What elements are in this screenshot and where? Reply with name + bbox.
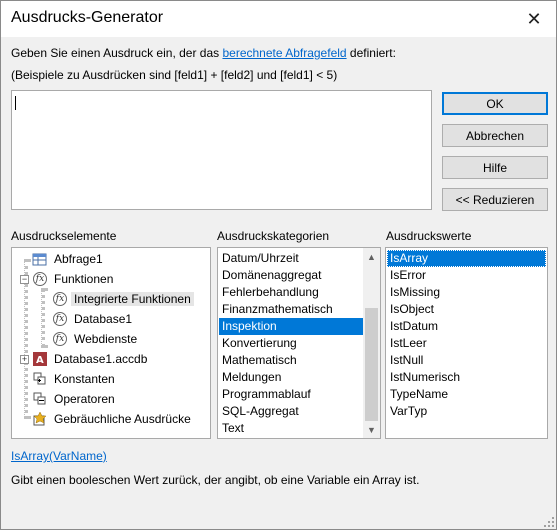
- expression-values-list[interactable]: IsArray IsError IsMissing IsObject IstDatum I…: [385, 247, 548, 439]
- tree-item-database1[interactable]: fx Database1: [52, 309, 135, 329]
- close-icon: ✕: [526, 8, 542, 29]
- function-icon: fx: [32, 271, 48, 287]
- calculated-field-link[interactable]: berechnete Abfragefeld: [222, 46, 346, 60]
- value-item[interactable]: TypeName: [387, 386, 546, 403]
- example-text: (Beispiele zu Ausdrücken sind [feld1] + …: [11, 68, 338, 82]
- value-item[interactable]: IstNull: [387, 352, 546, 369]
- values-items: IsArray IsError IsMissing IsObject IstDatum I…: [387, 250, 546, 420]
- tree-item-funktionen[interactable]: fx Funktionen: [32, 269, 116, 289]
- function-icon: fx: [52, 291, 68, 307]
- tree-item-label: Gebräuchliche Ausdrücke: [54, 412, 191, 426]
- category-item[interactable]: Text: [219, 420, 364, 437]
- title-bar[interactable]: Ausdrucks-Generator ✕: [1, 1, 556, 37]
- value-item[interactable]: IstLeer: [387, 335, 546, 352]
- window-title: Ausdrucks-Generator: [11, 9, 164, 26]
- scroll-up-arrow-icon[interactable]: ▲: [363, 248, 380, 265]
- tree-item-label: Integrierte Funktionen: [71, 292, 194, 306]
- instruction-suffix: definiert:: [346, 46, 396, 60]
- tree-item-label: Abfrage1: [54, 252, 103, 266]
- category-item[interactable]: Fehlerbehandlung: [219, 284, 364, 301]
- tree-item-konstanten[interactable]: Konstanten: [32, 369, 118, 389]
- tree-item-label: Database1.accdb: [54, 352, 148, 366]
- ok-button[interactable]: OK: [442, 92, 548, 115]
- category-item[interactable]: Konvertierung: [219, 335, 364, 352]
- category-item[interactable]: Meldungen: [219, 369, 364, 386]
- tree-item-gebraeuchliche-ausdruecke[interactable]: Gebräuchliche Ausdrücke: [32, 409, 194, 429]
- instruction-prefix: Geben Sie einen Ausdruck ein, der das: [11, 46, 223, 60]
- reduce-button[interactable]: << Reduzieren: [442, 188, 548, 211]
- category-item[interactable]: Datum/Uhrzeit: [219, 250, 364, 267]
- tree-item-label: Funktionen: [54, 272, 114, 286]
- tree-item-integrierte-funktionen[interactable]: fx Integrierte Funktionen: [52, 289, 194, 309]
- value-item[interactable]: IsMissing: [387, 284, 546, 301]
- help-button[interactable]: Hilfe: [442, 156, 548, 179]
- function-description: Gibt einen booleschen Wert zurück, der a…: [11, 473, 420, 487]
- function-icon: fx: [52, 311, 68, 327]
- category-item[interactable]: Domänenaggregat: [219, 267, 364, 284]
- tree-item-label: Database1: [74, 312, 133, 326]
- constants-icon: [32, 371, 48, 387]
- close-button[interactable]: ✕: [512, 1, 556, 37]
- common-expressions-icon: [32, 411, 48, 427]
- value-item[interactable]: IsError: [387, 267, 546, 284]
- database-icon: A: [32, 351, 48, 367]
- instruction-text: Geben Sie einen Ausdruck ein, der das be…: [11, 46, 396, 60]
- value-item[interactable]: IstNumerisch: [387, 369, 546, 386]
- categories-label: Ausdruckskategorien: [217, 229, 330, 243]
- value-item[interactable]: IstDatum: [387, 318, 546, 335]
- elements-label: Ausdruckselemente: [11, 229, 117, 243]
- values-label: Ausdruckswerte: [386, 229, 472, 243]
- category-item[interactable]: SQL-Aggregat: [219, 403, 364, 420]
- cancel-button[interactable]: Abbrechen: [442, 124, 548, 147]
- expression-input[interactable]: [11, 90, 432, 210]
- tree-item-label: Webdienste: [74, 332, 138, 346]
- expand-toggle[interactable]: +: [20, 355, 29, 364]
- category-item[interactable]: Programmablauf: [219, 386, 364, 403]
- collapse-toggle[interactable]: −: [20, 275, 29, 284]
- svg-text:A: A: [36, 355, 44, 366]
- function-syntax-link[interactable]: IsArray(VarName): [11, 449, 107, 463]
- category-item[interactable]: Inspektion: [219, 318, 364, 335]
- tree-item-webdienste[interactable]: fx Webdienste: [52, 329, 140, 349]
- resize-grip-icon[interactable]: [544, 517, 554, 527]
- operators-icon: [32, 391, 48, 407]
- text-caret: [15, 96, 16, 110]
- expression-builder-dialog: Ausdrucks-Generator ✕ Geben Sie einen Au…: [0, 0, 557, 530]
- tree-item-label: Konstanten: [54, 372, 115, 386]
- categories-items: Datum/Uhrzeit Domänenaggregat Fehlerbehand…: [219, 250, 364, 437]
- value-item[interactable]: VarTyp: [387, 403, 546, 420]
- tree-item-label: Operatoren: [54, 392, 115, 406]
- expression-elements-tree[interactable]: Abfrage1 − fx Funktionen fx Integrierte …: [11, 247, 211, 439]
- categories-scrollbar[interactable]: ▲ ▼: [363, 248, 380, 438]
- tree-item-operatoren[interactable]: Operatoren: [32, 389, 118, 409]
- query-icon: [32, 251, 48, 267]
- value-item[interactable]: IsObject: [387, 301, 546, 318]
- scroll-down-arrow-icon[interactable]: ▼: [363, 421, 380, 438]
- tree-item-database1-accdb[interactable]: A Database1.accdb: [32, 349, 150, 369]
- value-item[interactable]: IsArray: [387, 250, 546, 267]
- category-item[interactable]: Mathematisch: [219, 352, 364, 369]
- tree-item-abfrage1[interactable]: Abfrage1: [32, 249, 106, 269]
- function-icon: fx: [52, 331, 68, 347]
- category-item[interactable]: Finanzmathematisch: [219, 301, 364, 318]
- expression-categories-list[interactable]: Datum/Uhrzeit Domänenaggregat Fehlerbehand…: [217, 247, 381, 439]
- scroll-thumb[interactable]: [365, 308, 378, 421]
